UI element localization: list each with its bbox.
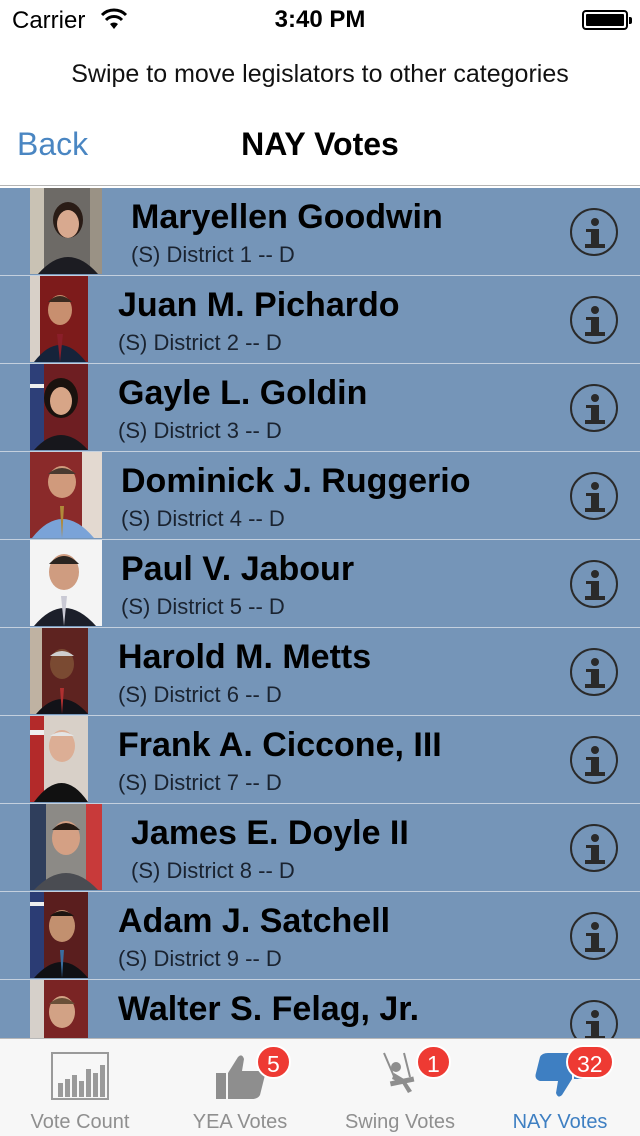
status-bar: Carrier 3:40 PM — [0, 0, 640, 40]
legislator-photo — [30, 980, 88, 1038]
bar-chart-icon — [51, 1052, 109, 1100]
legislator-name: Harold M. Metts — [118, 638, 372, 676]
legislator-detail: (S) District 7 -- D — [118, 770, 282, 795]
legislator-photo — [30, 188, 102, 274]
legislator-name: Juan M. Pichardo — [118, 286, 400, 324]
legislator-name: Frank A. Ciccone, III — [118, 726, 442, 764]
legislator-detail: (S) District 5 -- D — [121, 594, 285, 619]
legislator-photo — [30, 892, 88, 978]
info-icon[interactable] — [570, 912, 618, 960]
info-icon[interactable] — [570, 208, 618, 256]
legislator-row[interactable]: Walter S. Felag, Jr. — [0, 980, 640, 1038]
legislator-detail: (S) District 8 -- D — [131, 858, 295, 883]
legislator-detail: (S) District 6 -- D — [118, 682, 282, 707]
info-icon[interactable] — [570, 736, 618, 784]
tab-swing-votes[interactable]: 1 Swing Votes — [320, 1039, 480, 1136]
legislator-row[interactable]: Harold M. Metts (S) District 6 -- D — [0, 628, 640, 716]
battery-icon — [582, 10, 632, 30]
info-icon[interactable] — [570, 296, 618, 344]
legislator-row[interactable]: Frank A. Ciccone, III (S) District 7 -- … — [0, 716, 640, 804]
info-icon[interactable] — [570, 824, 618, 872]
legislator-photo — [30, 628, 88, 714]
info-icon[interactable] — [570, 384, 618, 432]
info-icon[interactable] — [570, 648, 618, 696]
tab-label: Swing Votes — [344, 1111, 456, 1133]
legislator-detail: (S) District 9 -- D — [118, 946, 282, 971]
info-icon[interactable] — [570, 1000, 618, 1038]
legislator-photo — [30, 716, 88, 802]
info-icon[interactable] — [570, 472, 618, 520]
tab-bar: Vote Count 5 YEA Votes 1 Swing Votes 32 … — [0, 1038, 640, 1136]
legislator-photo — [30, 804, 102, 890]
tab-nay-votes[interactable]: 32 NAY Votes — [480, 1039, 640, 1136]
legislator-row[interactable]: Juan M. Pichardo (S) District 2 -- D — [0, 276, 640, 364]
legislator-photo — [30, 276, 88, 362]
legislator-row[interactable]: Adam J. Satchell (S) District 9 -- D — [0, 892, 640, 980]
legislator-name: Walter S. Felag, Jr. — [118, 990, 420, 1028]
swipe-instruction: Swipe to move legislators to other categ… — [71, 60, 569, 88]
legislator-row[interactable]: Gayle L. Goldin (S) District 3 -- D — [0, 364, 640, 452]
legislator-photo — [30, 452, 102, 538]
yea-count-badge: 5 — [256, 1045, 291, 1079]
clock-time: 3:40 PM — [274, 6, 366, 33]
legislator-detail: (S) District 1 -- D — [131, 242, 295, 267]
legislator-name: Adam J. Satchell — [118, 902, 391, 940]
legislator-detail: (S) District 3 -- D — [118, 418, 282, 443]
legislator-photo — [30, 540, 102, 626]
legislator-name: Maryellen Goodwin — [131, 198, 443, 236]
legislator-row[interactable]: Paul V. Jabour (S) District 5 -- D — [0, 540, 640, 628]
tab-vote-count[interactable]: Vote Count — [0, 1039, 160, 1136]
legislator-name: Paul V. Jabour — [121, 550, 355, 588]
info-icon[interactable] — [570, 560, 618, 608]
legislator-row[interactable]: James E. Doyle II (S) District 8 -- D — [0, 804, 640, 892]
legislator-name: Dominick J. Ruggerio — [121, 462, 471, 500]
legislator-detail: (S) District 2 -- D — [118, 330, 282, 355]
legislator-list[interactable]: Maryellen Goodwin (S) District 1 -- D Ju… — [0, 188, 640, 1038]
legislator-row[interactable]: Dominick J. Ruggerio (S) District 4 -- D — [0, 452, 640, 540]
tab-label: NAY Votes — [512, 1111, 608, 1133]
legislator-photo — [30, 364, 88, 450]
tab-yea-votes[interactable]: 5 YEA Votes — [160, 1039, 320, 1136]
navigation-bar: Back NAY Votes — [0, 110, 640, 186]
legislator-detail: (S) District 4 -- D — [121, 506, 285, 531]
page-title: NAY Votes — [241, 126, 399, 162]
nay-count-badge: 32 — [566, 1045, 614, 1079]
tab-label: YEA Votes — [192, 1111, 288, 1133]
legislator-name: Gayle L. Goldin — [118, 374, 368, 412]
legislator-row[interactable]: Maryellen Goodwin (S) District 1 -- D — [0, 188, 640, 276]
swing-count-badge: 1 — [416, 1045, 451, 1079]
tab-label: Vote Count — [30, 1111, 130, 1133]
legislator-name: James E. Doyle II — [131, 814, 409, 852]
